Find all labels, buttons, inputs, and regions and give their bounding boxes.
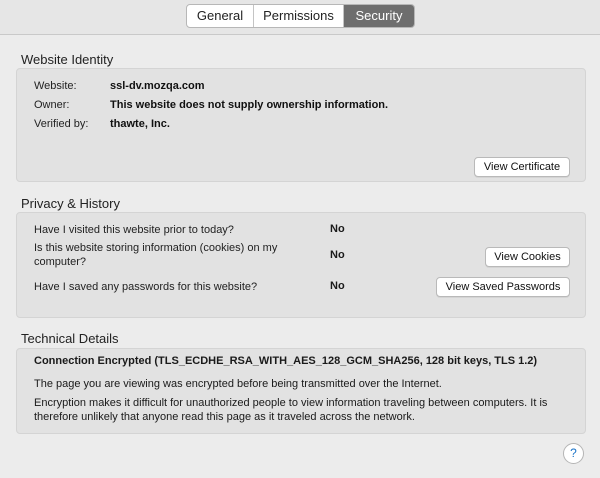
website-identity-title: Website Identity <box>21 52 114 67</box>
owner-label: Owner: <box>34 99 70 111</box>
cookies-question: Is this website storing information (coo… <box>34 242 278 268</box>
visited-question: Have I visited this website prior to tod… <box>34 224 234 236</box>
toolbar: General Permissions Security <box>0 0 600 35</box>
connection-encrypted-heading: Connection Encrypted (TLS_ECDHE_RSA_WITH… <box>34 355 538 367</box>
website-label: Website: <box>34 80 77 92</box>
visited-answer: No <box>330 223 345 235</box>
help-icon[interactable]: ? <box>563 443 584 464</box>
tab-group: General Permissions Security <box>186 4 415 28</box>
passwords-question: Have I saved any passwords for this webs… <box>34 281 258 293</box>
technical-details-box: Connection Encrypted (TLS_ECDHE_RSA_WITH… <box>16 348 586 434</box>
verified-by-value: thawte, Inc. <box>110 118 170 130</box>
website-identity-box: Website: ssl-dv.mozqa.com Owner: This we… <box>16 68 586 182</box>
owner-value: This website does not supply ownership i… <box>110 99 389 111</box>
tab-security[interactable]: Security <box>344 5 414 27</box>
view-saved-passwords-button[interactable]: View Saved Passwords <box>436 277 570 297</box>
view-certificate-button[interactable]: View Certificate <box>474 157 570 177</box>
view-cookies-button[interactable]: View Cookies <box>485 247 570 267</box>
privacy-history-title: Privacy & History <box>21 196 120 211</box>
tab-permissions[interactable]: Permissions <box>254 5 344 27</box>
tab-general[interactable]: General <box>187 5 254 27</box>
cookies-answer: No <box>330 249 345 261</box>
encryption-description: The page you are viewing was encrypted b… <box>34 378 442 390</box>
verified-by-label: Verified by: <box>34 118 89 130</box>
encryption-explanation: Encryption makes it difficult for unauth… <box>34 397 548 423</box>
privacy-history-box: Have I visited this website prior to tod… <box>16 212 586 318</box>
website-value: ssl-dv.mozqa.com <box>110 80 205 92</box>
passwords-answer: No <box>330 280 345 292</box>
technical-details-title: Technical Details <box>21 331 119 346</box>
